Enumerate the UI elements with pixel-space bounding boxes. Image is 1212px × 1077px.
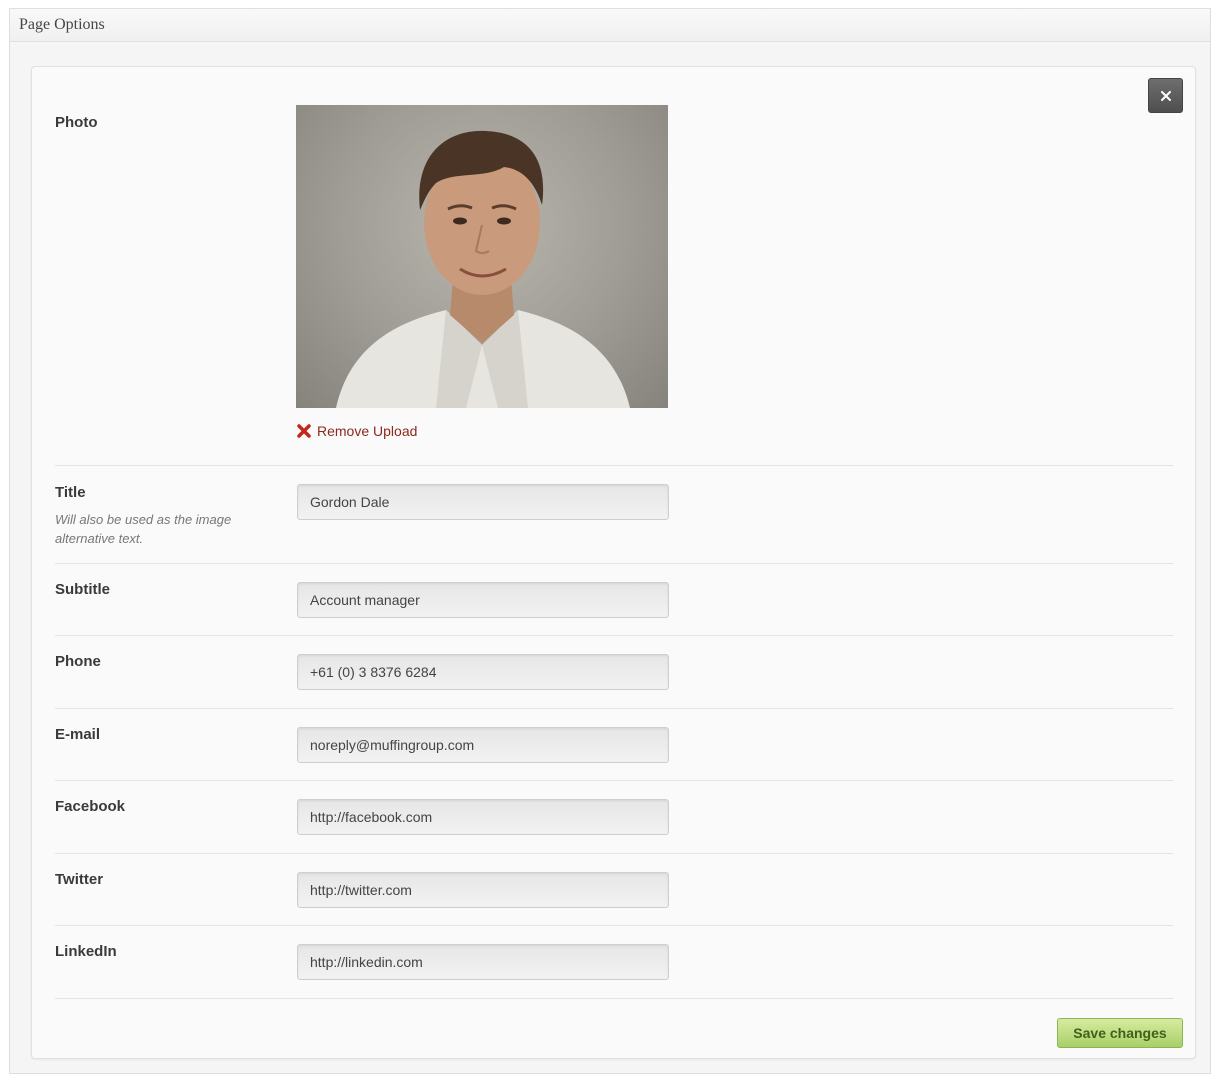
facebook-row: Facebook [55, 781, 1173, 854]
twitter-row: Twitter [55, 854, 1173, 926]
email-field[interactable] [297, 727, 669, 763]
phone-row: Phone [55, 636, 1173, 709]
metabox-header[interactable]: Page Options [10, 9, 1210, 42]
photo-row: Photo Remove Upload [55, 67, 1173, 466]
page-options-metabox: Page Options Photo Remove Upload Title W… [9, 8, 1211, 1074]
profile-photo [296, 105, 668, 408]
email-row: E-mail [55, 709, 1173, 781]
phone-field[interactable] [297, 654, 669, 690]
remove-upload-label: Remove Upload [317, 423, 418, 439]
subtitle-field[interactable] [297, 582, 669, 618]
photo-label: Photo [55, 114, 98, 131]
facebook-label: Facebook [55, 798, 126, 815]
remove-upload-link[interactable]: Remove Upload [297, 423, 417, 439]
save-changes-button[interactable]: Save changes [1057, 1018, 1183, 1048]
phone-label: Phone [55, 653, 101, 670]
email-label: E-mail [55, 726, 101, 743]
twitter-label: Twitter [55, 871, 104, 888]
linkedin-label: LinkedIn [55, 943, 117, 960]
title-row: Title Will also be used as the image alt… [55, 466, 1173, 564]
portrait-image [336, 130, 630, 408]
twitter-field[interactable] [297, 872, 669, 908]
title-field[interactable] [297, 484, 669, 520]
edit-panel: Photo Remove Upload Title Will also be u… [31, 66, 1196, 1059]
subtitle-label: Subtitle [55, 581, 110, 598]
linkedin-row: LinkedIn [55, 926, 1173, 999]
title-label: Title [55, 484, 86, 501]
metabox-title: Page Options [19, 16, 105, 33]
subtitle-row: Subtitle [55, 564, 1173, 636]
title-description: Will also be used as the image alternati… [55, 512, 232, 546]
linkedin-field[interactable] [297, 944, 669, 980]
remove-icon [297, 424, 311, 438]
facebook-field[interactable] [297, 799, 669, 835]
